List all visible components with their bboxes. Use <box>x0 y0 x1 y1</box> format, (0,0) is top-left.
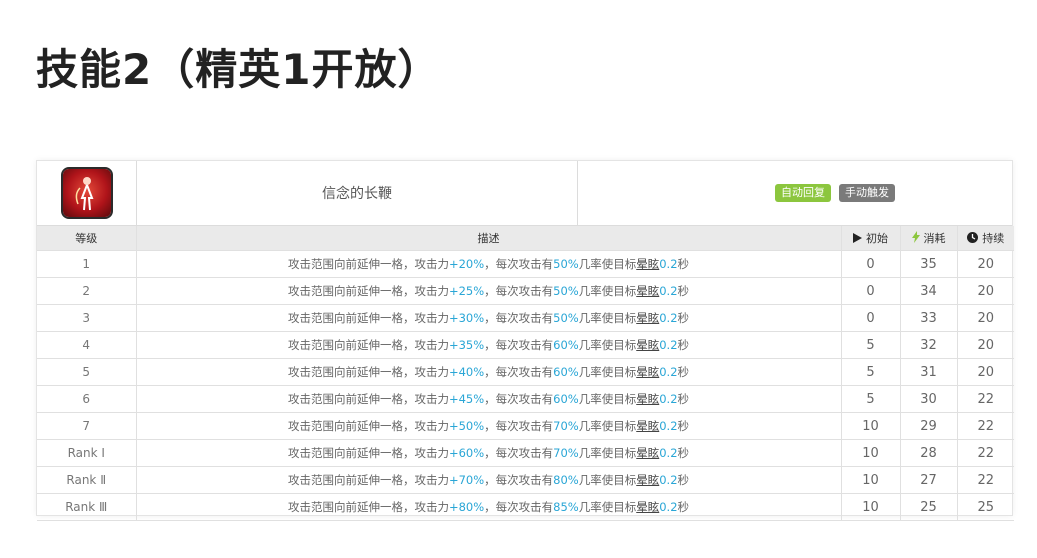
description-cell: 攻击范围向前延伸一格，攻击力+80%，每次攻击有85%几率使目标晕眩0.2秒 <box>135 493 842 521</box>
duration-cell: 20 <box>956 304 1014 332</box>
duration-cell: 25 <box>956 493 1014 521</box>
table-row: Rank Ⅰ 攻击范围向前延伸一格，攻击力+60%，每次攻击有70%几率使目标晕眩… <box>37 439 1014 467</box>
table-body: 1 攻击范围向前延伸一格，攻击力+20%，每次攻击有50%几率使目标晕眩0.2秒 0… <box>37 250 1014 521</box>
table-row: Rank Ⅲ 攻击范围向前延伸一格，攻击力+80%，每次攻击有85%几率使目标晕眩… <box>37 493 1014 521</box>
initial-cell: 5 <box>840 331 901 359</box>
duration-cell: 20 <box>956 358 1014 386</box>
auto-recovery-tag: 自动回复 <box>775 184 831 202</box>
initial-cell: 10 <box>840 493 901 521</box>
description-cell: 攻击范围向前延伸一格，攻击力+30%，每次攻击有50%几率使目标晕眩0.2秒 <box>135 304 842 332</box>
initial-cell: 5 <box>840 385 901 413</box>
skill-header: 信念的长鞭 自动回复 手动触发 <box>37 161 1012 226</box>
initial-cell: 10 <box>840 412 901 440</box>
skill-tags: 自动回复 手动触发 <box>578 161 1012 225</box>
level-cell: 5 <box>37 358 137 386</box>
red-figure-icon <box>62 169 111 217</box>
cost-cell: 31 <box>899 358 958 386</box>
manual-trigger-tag: 手动触发 <box>839 184 895 202</box>
table-row: 7 攻击范围向前延伸一格，攻击力+50%，每次攻击有70%几率使目标晕眩0.2秒 1… <box>37 412 1014 440</box>
duration-cell: 22 <box>956 466 1014 494</box>
level-cell: 4 <box>37 331 137 359</box>
skill-card: 信念的长鞭 自动回复 手动触发 等级 描述 初始 消耗 持续 1 攻击范围向前延… <box>36 160 1014 521</box>
table-row: 1 攻击范围向前延伸一格，攻击力+20%，每次攻击有50%几率使目标晕眩0.2秒 0… <box>37 250 1014 278</box>
page-title: 技能2（精英1开放） <box>36 45 441 94</box>
cost-cell: 29 <box>899 412 958 440</box>
level-cell: 3 <box>37 304 137 332</box>
table-row: 6 攻击范围向前延伸一格，攻击力+45%，每次攻击有60%几率使目标晕眩0.2秒 5… <box>37 385 1014 413</box>
initial-cell: 0 <box>840 250 901 278</box>
table-row: 5 攻击范围向前延伸一格，攻击力+40%，每次攻击有60%几率使目标晕眩0.2秒 5… <box>37 358 1014 386</box>
cost-cell: 30 <box>899 385 958 413</box>
cost-cell: 25 <box>899 493 958 521</box>
duration-cell: 22 <box>956 385 1014 413</box>
cost-cell: 33 <box>899 304 958 332</box>
cost-cell: 35 <box>899 250 958 278</box>
cost-cell: 34 <box>899 277 958 305</box>
level-header: 等级 <box>37 226 137 251</box>
lightning-icon <box>911 231 920 246</box>
cost-cell: 32 <box>899 331 958 359</box>
initial-cell: 0 <box>840 304 901 332</box>
level-cell: Rank Ⅲ <box>37 493 137 521</box>
description-cell: 攻击范围向前延伸一格，攻击力+20%，每次攻击有50%几率使目标晕眩0.2秒 <box>135 250 842 278</box>
table-row: Rank Ⅱ 攻击范围向前延伸一格，攻击力+70%，每次攻击有80%几率使目标晕眩… <box>37 466 1014 494</box>
level-cell: 1 <box>37 250 137 278</box>
table-row: 3 攻击范围向前延伸一格，攻击力+30%，每次攻击有50%几率使目标晕眩0.2秒 0… <box>37 304 1014 332</box>
initial-cell: 5 <box>840 358 901 386</box>
duration-cell: 22 <box>956 412 1014 440</box>
cost-header: 消耗 <box>899 226 958 251</box>
table-row: 4 攻击范围向前延伸一格，攻击力+35%，每次攻击有60%几率使目标晕眩0.2秒 5… <box>37 331 1014 359</box>
description-header: 描述 <box>135 226 842 251</box>
description-cell: 攻击范围向前延伸一格，攻击力+50%，每次攻击有70%几率使目标晕眩0.2秒 <box>135 412 842 440</box>
level-cell: 7 <box>37 412 137 440</box>
description-cell: 攻击范围向前延伸一格，攻击力+70%，每次攻击有80%几率使目标晕眩0.2秒 <box>135 466 842 494</box>
clock-icon <box>967 232 979 246</box>
duration-header: 持续 <box>956 226 1014 251</box>
description-cell: 攻击范围向前延伸一格，攻击力+25%，每次攻击有50%几率使目标晕眩0.2秒 <box>135 277 842 305</box>
description-cell: 攻击范围向前延伸一格，攻击力+40%，每次攻击有60%几率使目标晕眩0.2秒 <box>135 358 842 386</box>
duration-cell: 20 <box>956 331 1014 359</box>
duration-cell: 22 <box>956 439 1014 467</box>
duration-cell: 20 <box>956 250 1014 278</box>
skill-level-table: 等级 描述 初始 消耗 持续 1 攻击范围向前延伸一格，攻击力+20%，每次攻击有… <box>37 226 1014 521</box>
level-cell: Rank Ⅰ <box>37 439 137 467</box>
initial-cell: 10 <box>840 439 901 467</box>
initial-header: 初始 <box>840 226 901 251</box>
skill-name: 信念的长鞭 <box>137 161 578 225</box>
level-cell: 6 <box>37 385 137 413</box>
description-cell: 攻击范围向前延伸一格，攻击力+60%，每次攻击有70%几率使目标晕眩0.2秒 <box>135 439 842 467</box>
description-cell: 攻击范围向前延伸一格，攻击力+35%，每次攻击有60%几率使目标晕眩0.2秒 <box>135 331 842 359</box>
table-row: 2 攻击范围向前延伸一格，攻击力+25%，每次攻击有50%几率使目标晕眩0.2秒 0… <box>37 277 1014 305</box>
skill-icon-cell <box>37 161 137 225</box>
level-cell: 2 <box>37 277 137 305</box>
initial-cell: 10 <box>840 466 901 494</box>
table-header-row: 等级 描述 初始 消耗 持续 <box>37 226 1014 251</box>
duration-cell: 20 <box>956 277 1014 305</box>
play-icon <box>853 232 862 246</box>
level-cell: Rank Ⅱ <box>37 466 137 494</box>
cost-cell: 27 <box>899 466 958 494</box>
initial-cell: 0 <box>840 277 901 305</box>
cost-cell: 28 <box>899 439 958 467</box>
description-cell: 攻击范围向前延伸一格，攻击力+45%，每次攻击有60%几率使目标晕眩0.2秒 <box>135 385 842 413</box>
